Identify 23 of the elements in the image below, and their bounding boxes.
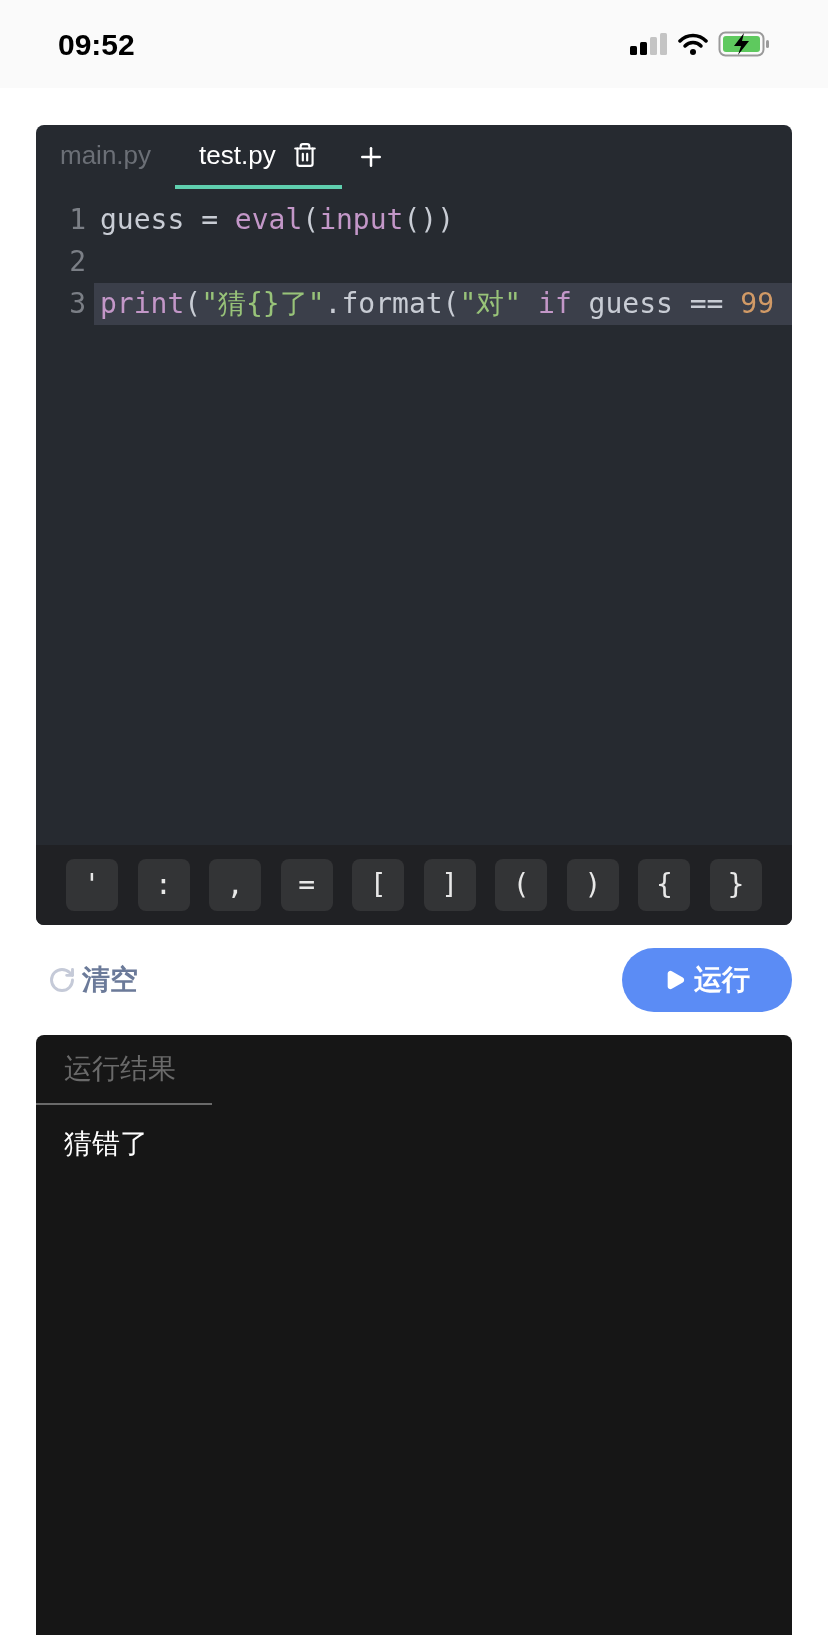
symbol-key[interactable]: } xyxy=(709,859,762,911)
signal-icon xyxy=(630,33,668,55)
output-text: 猜错了 xyxy=(63,1127,149,1161)
file-tab[interactable]: test.py xyxy=(175,125,342,189)
symbol-key[interactable]: ] xyxy=(423,859,476,911)
line-number: 2 xyxy=(68,244,87,280)
symbol-key[interactable]: : xyxy=(137,859,190,911)
battery-charging-icon xyxy=(718,31,770,57)
symbol-key[interactable]: [ xyxy=(352,859,405,911)
line-number: 1 xyxy=(68,202,87,238)
delete-icon[interactable] xyxy=(291,142,318,168)
refresh-icon xyxy=(48,966,76,994)
symbol-key[interactable]: , xyxy=(209,859,262,911)
line-number: 3 xyxy=(68,286,87,322)
symbol-key[interactable]: = xyxy=(280,859,333,911)
status-time: 09:52 xyxy=(58,26,135,63)
symbol-key[interactable]: { xyxy=(638,859,691,911)
symbol-key[interactable]: ) xyxy=(566,859,619,911)
symbol-key[interactable]: ' xyxy=(66,859,118,911)
clear-button[interactable]: 清空 xyxy=(36,959,138,1001)
symbol-key[interactable]: ( xyxy=(495,859,548,911)
wifi-icon xyxy=(678,33,708,55)
code-line: guess = eval(input()) xyxy=(99,202,456,238)
